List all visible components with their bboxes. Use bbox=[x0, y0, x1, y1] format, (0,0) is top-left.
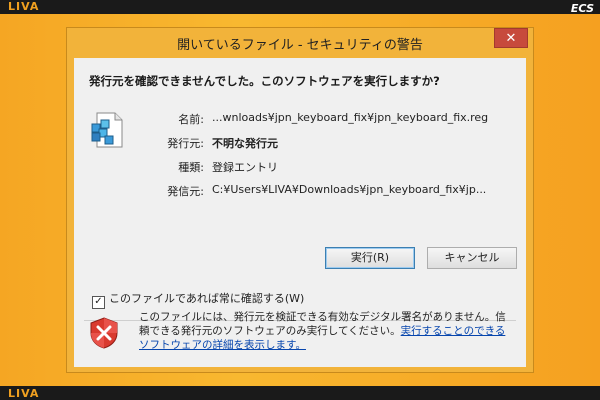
desktop-top-stripe bbox=[0, 0, 600, 14]
publisher-value: 不明な発行元 bbox=[212, 137, 278, 150]
ecs-brand-logo: ECS bbox=[570, 2, 594, 15]
shield-warning-icon bbox=[90, 317, 118, 349]
always-ask-label: このファイルであれば常に確認する(W) bbox=[109, 292, 305, 305]
liva-logo-top: LIVA bbox=[8, 0, 40, 13]
always-ask-checkbox-row[interactable]: ✓ このファイルであれば常に確認する(W) bbox=[92, 290, 304, 309]
from-value: C:¥Users¥LIVA¥Downloads¥jpn_keyboard_fix… bbox=[212, 183, 487, 196]
warning-message: このファイルには、発行元を検証できる有効なデジタル署名がありません。信頼できる発… bbox=[139, 310, 514, 352]
from-label: 発信元: bbox=[167, 185, 204, 198]
always-ask-checkbox[interactable]: ✓ bbox=[92, 296, 105, 309]
security-warning-dialog: 開いているファイル - セキュリティの警告 ✕ 発行元を確認できませんでした。こ… bbox=[66, 27, 534, 373]
publisher-label: 発行元: bbox=[167, 137, 204, 150]
registry-file-icon bbox=[91, 112, 123, 148]
liva-logo-bottom: LIVA bbox=[8, 387, 40, 400]
name-value: ...wnloads¥jpn_keyboard_fix¥jpn_keyboard… bbox=[212, 111, 489, 124]
cancel-button[interactable]: キャンセル bbox=[427, 247, 517, 269]
type-label: 種類: bbox=[178, 161, 204, 174]
run-button[interactable]: 実行(R) bbox=[325, 247, 415, 269]
name-label: 名前: bbox=[178, 113, 204, 126]
type-value: 登録エントリ bbox=[212, 161, 278, 174]
desktop-bottom-stripe bbox=[0, 386, 600, 400]
close-button[interactable]: ✕ bbox=[494, 28, 528, 48]
question-text: 発行元を確認できませんでした。このソフトウェアを実行しますか? bbox=[89, 74, 440, 88]
dialog-titlebar[interactable]: 開いているファイル - セキュリティの警告 ✕ bbox=[67, 28, 533, 58]
dialog-title: 開いているファイル - セキュリティの警告 bbox=[177, 38, 423, 53]
